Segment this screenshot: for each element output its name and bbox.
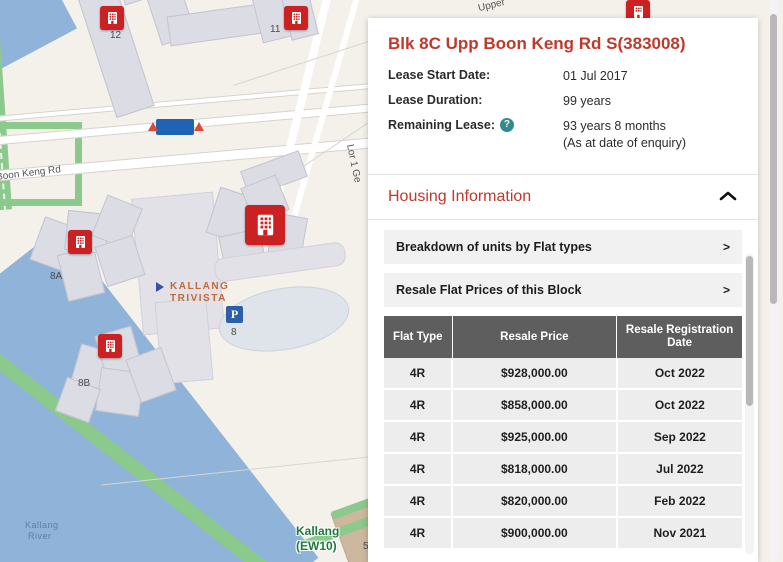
cell-resale-price: $928,000.00: [452, 358, 618, 390]
map-marker-blk8c-selected[interactable]: [245, 205, 285, 245]
panel-header: Blk 8C Upp Boon Keng Rd S(383008) Lease …: [368, 18, 758, 175]
cell-registration-date: Oct 2022: [616, 389, 742, 422]
table-row: 4R $925,000.00 Sep 2022: [384, 421, 742, 454]
map-label-blk8a: 8A: [50, 271, 63, 282]
cell-flat-type: 4R: [384, 517, 454, 548]
bus-stop-icon: [156, 119, 194, 135]
remaining-lease-note: (As at date of enquiry): [563, 136, 686, 150]
housing-information-content: Breakdown of units by Flat types > Resal…: [368, 220, 758, 548]
table-row: 4R $900,000.00 Nov 2021: [384, 517, 742, 548]
chevron-right-icon-breakdown: >: [722, 240, 730, 254]
housing-information-section-header[interactable]: Housing Information: [368, 175, 758, 220]
lease-duration-value: 99 years: [563, 94, 611, 108]
lease-start-row: Lease Start Date: 01 Jul 2017: [388, 68, 738, 85]
map-marker-blk12[interactable]: [100, 6, 124, 30]
table-header-flat-type: Flat Type: [384, 316, 453, 358]
table-row: 4R $820,000.00 Feb 2022: [384, 485, 742, 518]
chevron-up-icon[interactable]: [718, 189, 738, 206]
block-info-panel: Blk 8C Upp Boon Keng Rd S(383008) Lease …: [368, 18, 758, 562]
help-icon[interactable]: ?: [499, 118, 514, 132]
warning-icon-right: [194, 122, 204, 131]
cell-flat-type: 4R: [384, 485, 454, 518]
table-row: 4R $818,000.00 Jul 2022: [384, 453, 742, 486]
remaining-lease-row: Remaining Lease: ? 93 years 8 months (As…: [388, 118, 738, 152]
lease-duration-label: Lease Duration:: [388, 93, 483, 107]
cell-flat-type: 4R: [384, 389, 454, 422]
map-label-blk11: 11: [270, 24, 281, 35]
map-label-blk8b: 8B: [78, 378, 91, 389]
cell-flat-type: 4R: [384, 358, 454, 390]
cell-flat-type: 4R: [384, 421, 454, 454]
table-header-resale-price: Resale Price: [452, 316, 618, 358]
link-resale-label: Resale Flat Prices of this Block: [396, 283, 582, 297]
road-upper-lane: [0, 79, 410, 123]
link-resale-flat-prices[interactable]: Resale Flat Prices of this Block >: [384, 273, 742, 307]
cell-registration-date: Sep 2022: [616, 421, 742, 454]
page-scrollbar-thumb[interactable]: [770, 14, 777, 304]
section-title: Housing Information: [388, 188, 532, 205]
app-root: P P 12 11 8A 8B 8 KALLANG TRIVISTA Boon …: [0, 0, 783, 562]
cell-resale-price: $925,000.00: [452, 421, 618, 454]
resale-prices-table: Flat Type Resale Price Resale Registrati…: [384, 316, 742, 548]
table-row: 4R $858,000.00 Oct 2022: [384, 389, 742, 422]
link-breakdown-of-units[interactable]: Breakdown of units by Flat types >: [384, 230, 742, 264]
cell-registration-date: Oct 2022: [616, 358, 742, 390]
table-body: 4R $928,000.00 Oct 2022 4R $858,000.00 O…: [384, 358, 742, 548]
warning-icon-left: [148, 122, 158, 131]
map-label-mrt-line1: Kallang: [296, 524, 340, 538]
map-label-estate-line1: KALLANG: [170, 281, 230, 292]
map-label-river-line1: Kallang: [25, 520, 59, 530]
water-body-top: [0, 0, 78, 99]
map-label-river-line2: River: [28, 531, 52, 541]
table-row: 4R $928,000.00 Oct 2022: [384, 358, 742, 390]
cell-resale-price: $900,000.00: [452, 517, 618, 548]
table-header-row: Flat Type Resale Price Resale Registrati…: [384, 316, 742, 358]
table-header-registration-date: Resale Registration Date: [616, 316, 742, 358]
cell-registration-date: Nov 2021: [616, 517, 742, 548]
map-marker-blk8b[interactable]: [98, 334, 122, 358]
lease-duration-row: Lease Duration: 99 years: [388, 93, 738, 110]
cell-resale-price: $858,000.00: [452, 389, 618, 422]
cell-resale-price: $818,000.00: [452, 453, 618, 486]
lease-start-value: 01 Jul 2017: [563, 69, 628, 83]
remaining-lease-label: Remaining Lease:: [388, 118, 495, 132]
remaining-lease-value: 93 years 8 months: [563, 119, 666, 133]
direction-arrow-icon: [156, 282, 164, 292]
chevron-right-icon-resale: >: [722, 283, 730, 297]
remaining-lease-value-wrap: 93 years 8 months (As at date of enquiry…: [563, 118, 738, 152]
map-label-blk12: 12: [110, 30, 122, 41]
link-breakdown-label: Breakdown of units by Flat types: [396, 240, 592, 254]
map-label-estate-line2: TRIVISTA: [170, 293, 227, 304]
cell-registration-date: Jul 2022: [616, 453, 742, 486]
parking-icon-estate[interactable]: P: [226, 306, 243, 323]
cell-registration-date: Feb 2022: [616, 485, 742, 518]
map-label-blk8: 8: [231, 327, 237, 338]
map-label-mrt-line2: (EW10): [296, 539, 337, 553]
cell-flat-type: 4R: [384, 453, 454, 486]
lease-start-label: Lease Start Date:: [388, 68, 491, 82]
page-title: Blk 8C Upp Boon Keng Rd S(383008): [388, 34, 686, 53]
map-label-road-upper: Upper: [477, 0, 507, 15]
remaining-lease-label-wrap: Remaining Lease: ?: [388, 118, 563, 132]
cell-resale-price: $820,000.00: [452, 485, 618, 518]
map-marker-blk8a[interactable]: [68, 230, 92, 254]
content-scrollbar-thumb[interactable]: [746, 256, 753, 406]
map-marker-blk11[interactable]: [284, 6, 308, 30]
